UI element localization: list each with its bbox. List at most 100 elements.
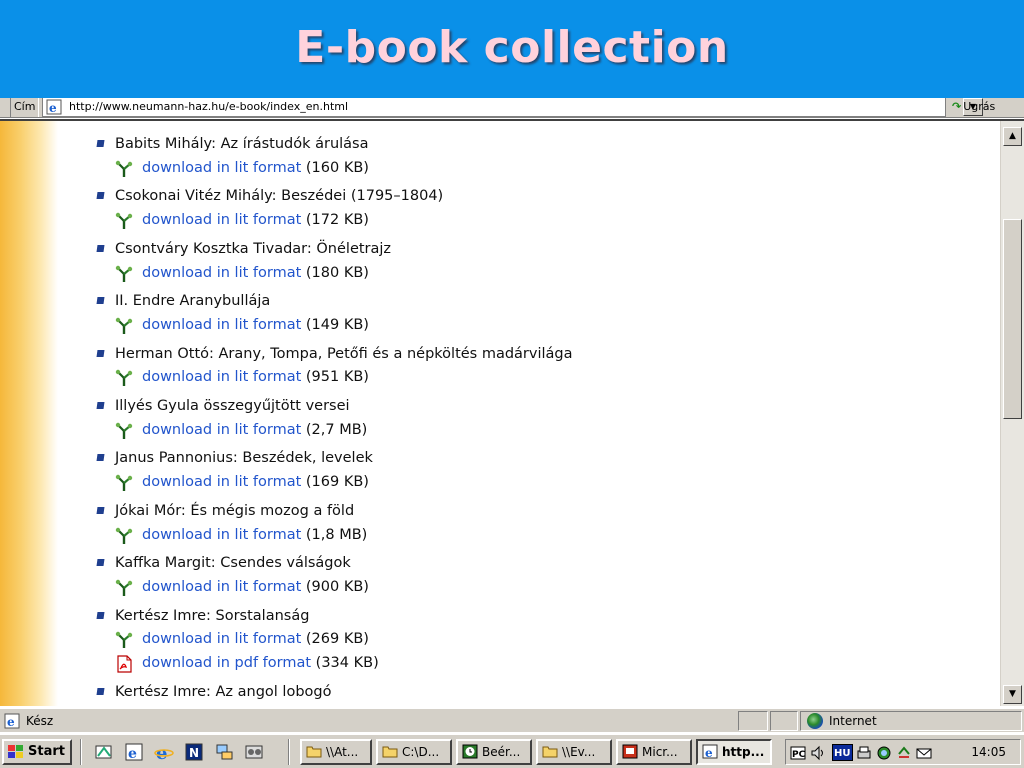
pc-tray-icon[interactable]: PC — [790, 745, 806, 761]
download-lit-link[interactable]: download in lit format — [142, 579, 301, 595]
address-input[interactable]: e http://www.neumann-haz.hu/e-book/index… — [42, 98, 983, 117]
download-lit-link[interactable]: download in lit format — [142, 160, 301, 176]
status-cell — [770, 711, 798, 731]
scroll-up-button[interactable]: ▲ — [1003, 127, 1022, 146]
taskbar-task-button[interactable]: C:\D... — [376, 739, 452, 765]
ie-browser-icon[interactable]: e — [154, 742, 174, 762]
book-title: Illyés Gyula összegyűjtött versei — [115, 398, 350, 415]
task-label: Beér... — [482, 745, 521, 759]
book-list: Babits Mihály: Az írástudók árulása downl… — [96, 133, 976, 706]
decorative-gradient — [0, 121, 58, 706]
sync-tray-icon[interactable] — [896, 745, 912, 761]
taskbar-task-button[interactable]: Micr... — [616, 739, 692, 765]
vertical-scrollbar[interactable]: ▲ ▼ — [1000, 121, 1024, 706]
book-title-row: Csokonai Vitéz Mihály: Beszédei (1795–18… — [96, 185, 976, 209]
download-row: download in lit format (149 KB) — [96, 314, 976, 338]
language-indicator[interactable]: HU — [832, 744, 853, 761]
bullet-icon — [96, 244, 105, 252]
start-label: Start — [28, 744, 65, 759]
svg-text:PC: PC — [792, 750, 806, 760]
file-size: (2,7 MB) — [305, 421, 368, 438]
zone-text: Internet — [829, 714, 877, 728]
book-title: II. Endre Aranybullája — [115, 293, 271, 310]
folder-icon — [542, 746, 558, 758]
book-title-row: Illyés Gyula összegyűjtött versei — [96, 395, 976, 419]
taskbar-task-button[interactable]: \\At... — [300, 739, 372, 765]
download-pdf-link[interactable]: download in pdf format — [142, 655, 311, 671]
download-row: download in lit format (951 KB) — [96, 366, 976, 390]
lit-format-icon — [115, 160, 133, 177]
book-title-row: Herman Ottó: Arany, Tompa, Petőfi és a n… — [96, 343, 976, 367]
file-size: (900 KB) — [305, 578, 369, 595]
taskbar-clock[interactable]: 14:05 — [971, 740, 1006, 764]
svg-text:e: e — [705, 746, 713, 759]
bullet-icon — [96, 402, 105, 410]
bullet-icon — [96, 454, 105, 462]
bullet-icon — [96, 687, 105, 695]
download-lit-link[interactable]: download in lit format — [142, 265, 301, 281]
download-lit-link[interactable]: download in lit format — [142, 631, 301, 647]
start-button[interactable]: Start — [2, 739, 72, 765]
download-row: download in pdf format (334 KB) — [96, 652, 976, 676]
book-item: Csokonai Vitéz Mihály: Beszédei (1795–18… — [96, 185, 976, 232]
download-lit-link[interactable]: download in lit format — [142, 527, 301, 543]
lit-format-icon — [115, 632, 133, 649]
task-label: \\At... — [326, 745, 359, 759]
network-tray-icon[interactable] — [876, 745, 892, 761]
news-icon[interactable]: N — [184, 742, 204, 762]
network-icon[interactable] — [214, 742, 234, 762]
show-desktop-icon[interactable] — [94, 742, 114, 762]
download-lit-link[interactable]: download in lit format — [142, 474, 301, 490]
lit-format-icon — [115, 317, 133, 334]
slide-title: E-book collection — [295, 22, 729, 73]
download-lit-link[interactable]: download in lit format — [142, 212, 301, 228]
powerpoint-icon — [622, 744, 638, 759]
download-row: download in lit format (169 KB) — [96, 471, 976, 495]
page-viewport: Babits Mihály: Az írástudók árulása downl… — [0, 119, 1024, 706]
taskbar-separator — [288, 739, 290, 765]
book-item: Kertész Imre: Az angol lobogó download in… — [96, 681, 976, 706]
bullet-icon — [96, 297, 105, 305]
printer-tray-icon[interactable] — [856, 745, 872, 761]
svg-text:e: e — [128, 746, 137, 762]
go-arrow-icon: ↷ — [952, 100, 962, 113]
book-title: Jókai Mór: És mégis mozog a föld — [115, 502, 355, 519]
book-title-row: Kertész Imre: Az angol lobogó — [96, 681, 976, 705]
volume-icon[interactable] — [810, 745, 826, 761]
task-label: C:\D... — [402, 745, 440, 759]
bullet-icon — [96, 611, 105, 619]
taskbar-task-button[interactable]: e http... — [696, 739, 772, 765]
book-title-row: Kertész Imre: Sorstalanság — [96, 605, 976, 629]
status-bar: e Kész Internet — [0, 708, 1024, 732]
task-label: Micr... — [642, 745, 678, 759]
download-lit-link[interactable]: download in lit format — [142, 317, 301, 333]
go-button[interactable]: ↷ Ugrás — [952, 98, 995, 117]
taskbar: Start e e N \\At... C:\D... Beér... \\Ev...… — [0, 734, 1024, 768]
svg-text:e: e — [7, 715, 15, 729]
book-item: Jókai Mór: És mégis mozog a föld download… — [96, 500, 976, 547]
download-lit-link[interactable]: download in lit format — [142, 422, 301, 438]
mail-icon[interactable] — [916, 745, 932, 761]
lit-format-icon — [115, 212, 133, 230]
scroll-thumb[interactable] — [1003, 219, 1022, 419]
book-title: Kaffka Margit: Csendes válságok — [115, 555, 351, 572]
folder-icon — [382, 746, 398, 758]
book-title-row: Kaffka Margit: Csendes válságok — [96, 552, 976, 576]
file-size: (951 KB) — [305, 369, 369, 386]
bullet-icon — [96, 192, 105, 200]
download-lit-link[interactable]: download in lit format — [142, 369, 301, 385]
book-title: Babits Mihály: Az írástudók árulása — [115, 136, 369, 152]
ie-page-icon: e — [46, 99, 62, 115]
media-icon[interactable] — [244, 742, 264, 762]
task-label: \\Ev... — [562, 745, 596, 759]
pdf-file-icon — [117, 655, 132, 673]
taskbar-task-button[interactable]: Beér... — [456, 739, 532, 765]
lit-format-icon — [115, 422, 133, 439]
scroll-down-button[interactable]: ▼ — [1003, 685, 1022, 704]
taskbar-task-button[interactable]: \\Ev... — [536, 739, 612, 765]
book-title: Kertész Imre: Sorstalanság — [115, 607, 310, 624]
ie-quicklaunch-icon[interactable]: e — [124, 742, 144, 762]
book-title-row: Babits Mihály: Az írástudók árulása — [96, 133, 976, 157]
address-url: http://www.neumann-haz.hu/e-book/index_e… — [69, 100, 349, 113]
download-row: download in lit format (900 KB) — [96, 576, 976, 600]
